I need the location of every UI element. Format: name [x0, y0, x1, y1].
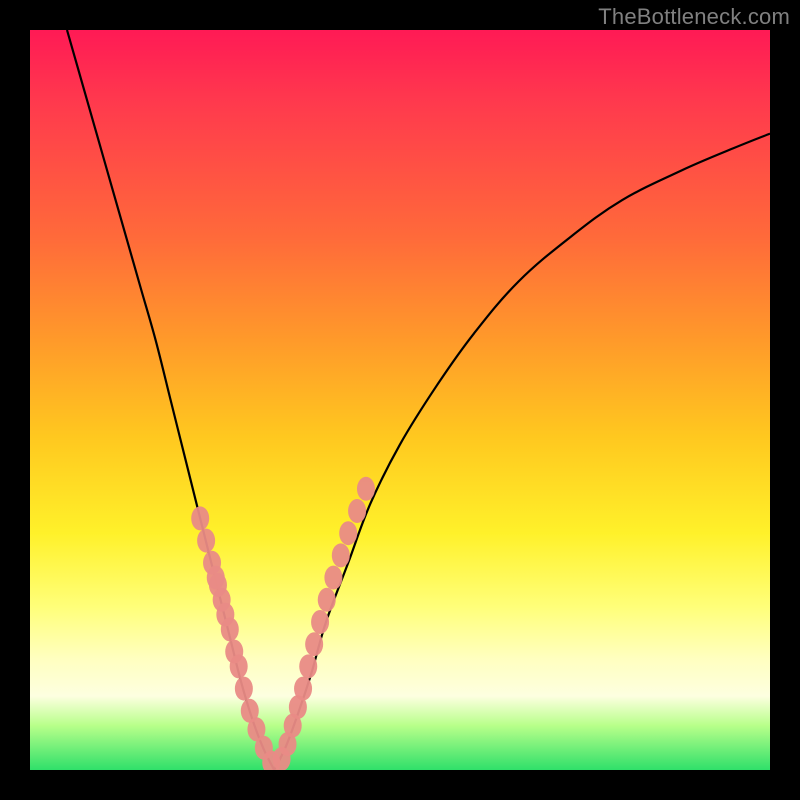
data-marker: [324, 566, 342, 590]
data-marker: [318, 588, 336, 612]
data-marker: [294, 677, 312, 701]
data-marker: [230, 654, 248, 678]
marker-cluster-right: [273, 477, 375, 770]
data-marker: [197, 529, 215, 553]
marker-cluster-left: [191, 506, 280, 770]
data-marker: [357, 477, 375, 501]
data-marker: [305, 632, 323, 656]
data-marker: [339, 521, 357, 545]
data-marker: [332, 543, 350, 567]
data-marker: [191, 506, 209, 530]
right-curve: [274, 134, 770, 770]
plot-area: [30, 30, 770, 770]
curve-layer: [30, 30, 770, 770]
data-marker: [221, 617, 239, 641]
data-marker: [348, 499, 366, 523]
watermark-text: TheBottleneck.com: [598, 4, 790, 30]
data-marker: [235, 677, 253, 701]
chart-frame: TheBottleneck.com: [0, 0, 800, 800]
data-marker: [311, 610, 329, 634]
data-marker: [299, 654, 317, 678]
